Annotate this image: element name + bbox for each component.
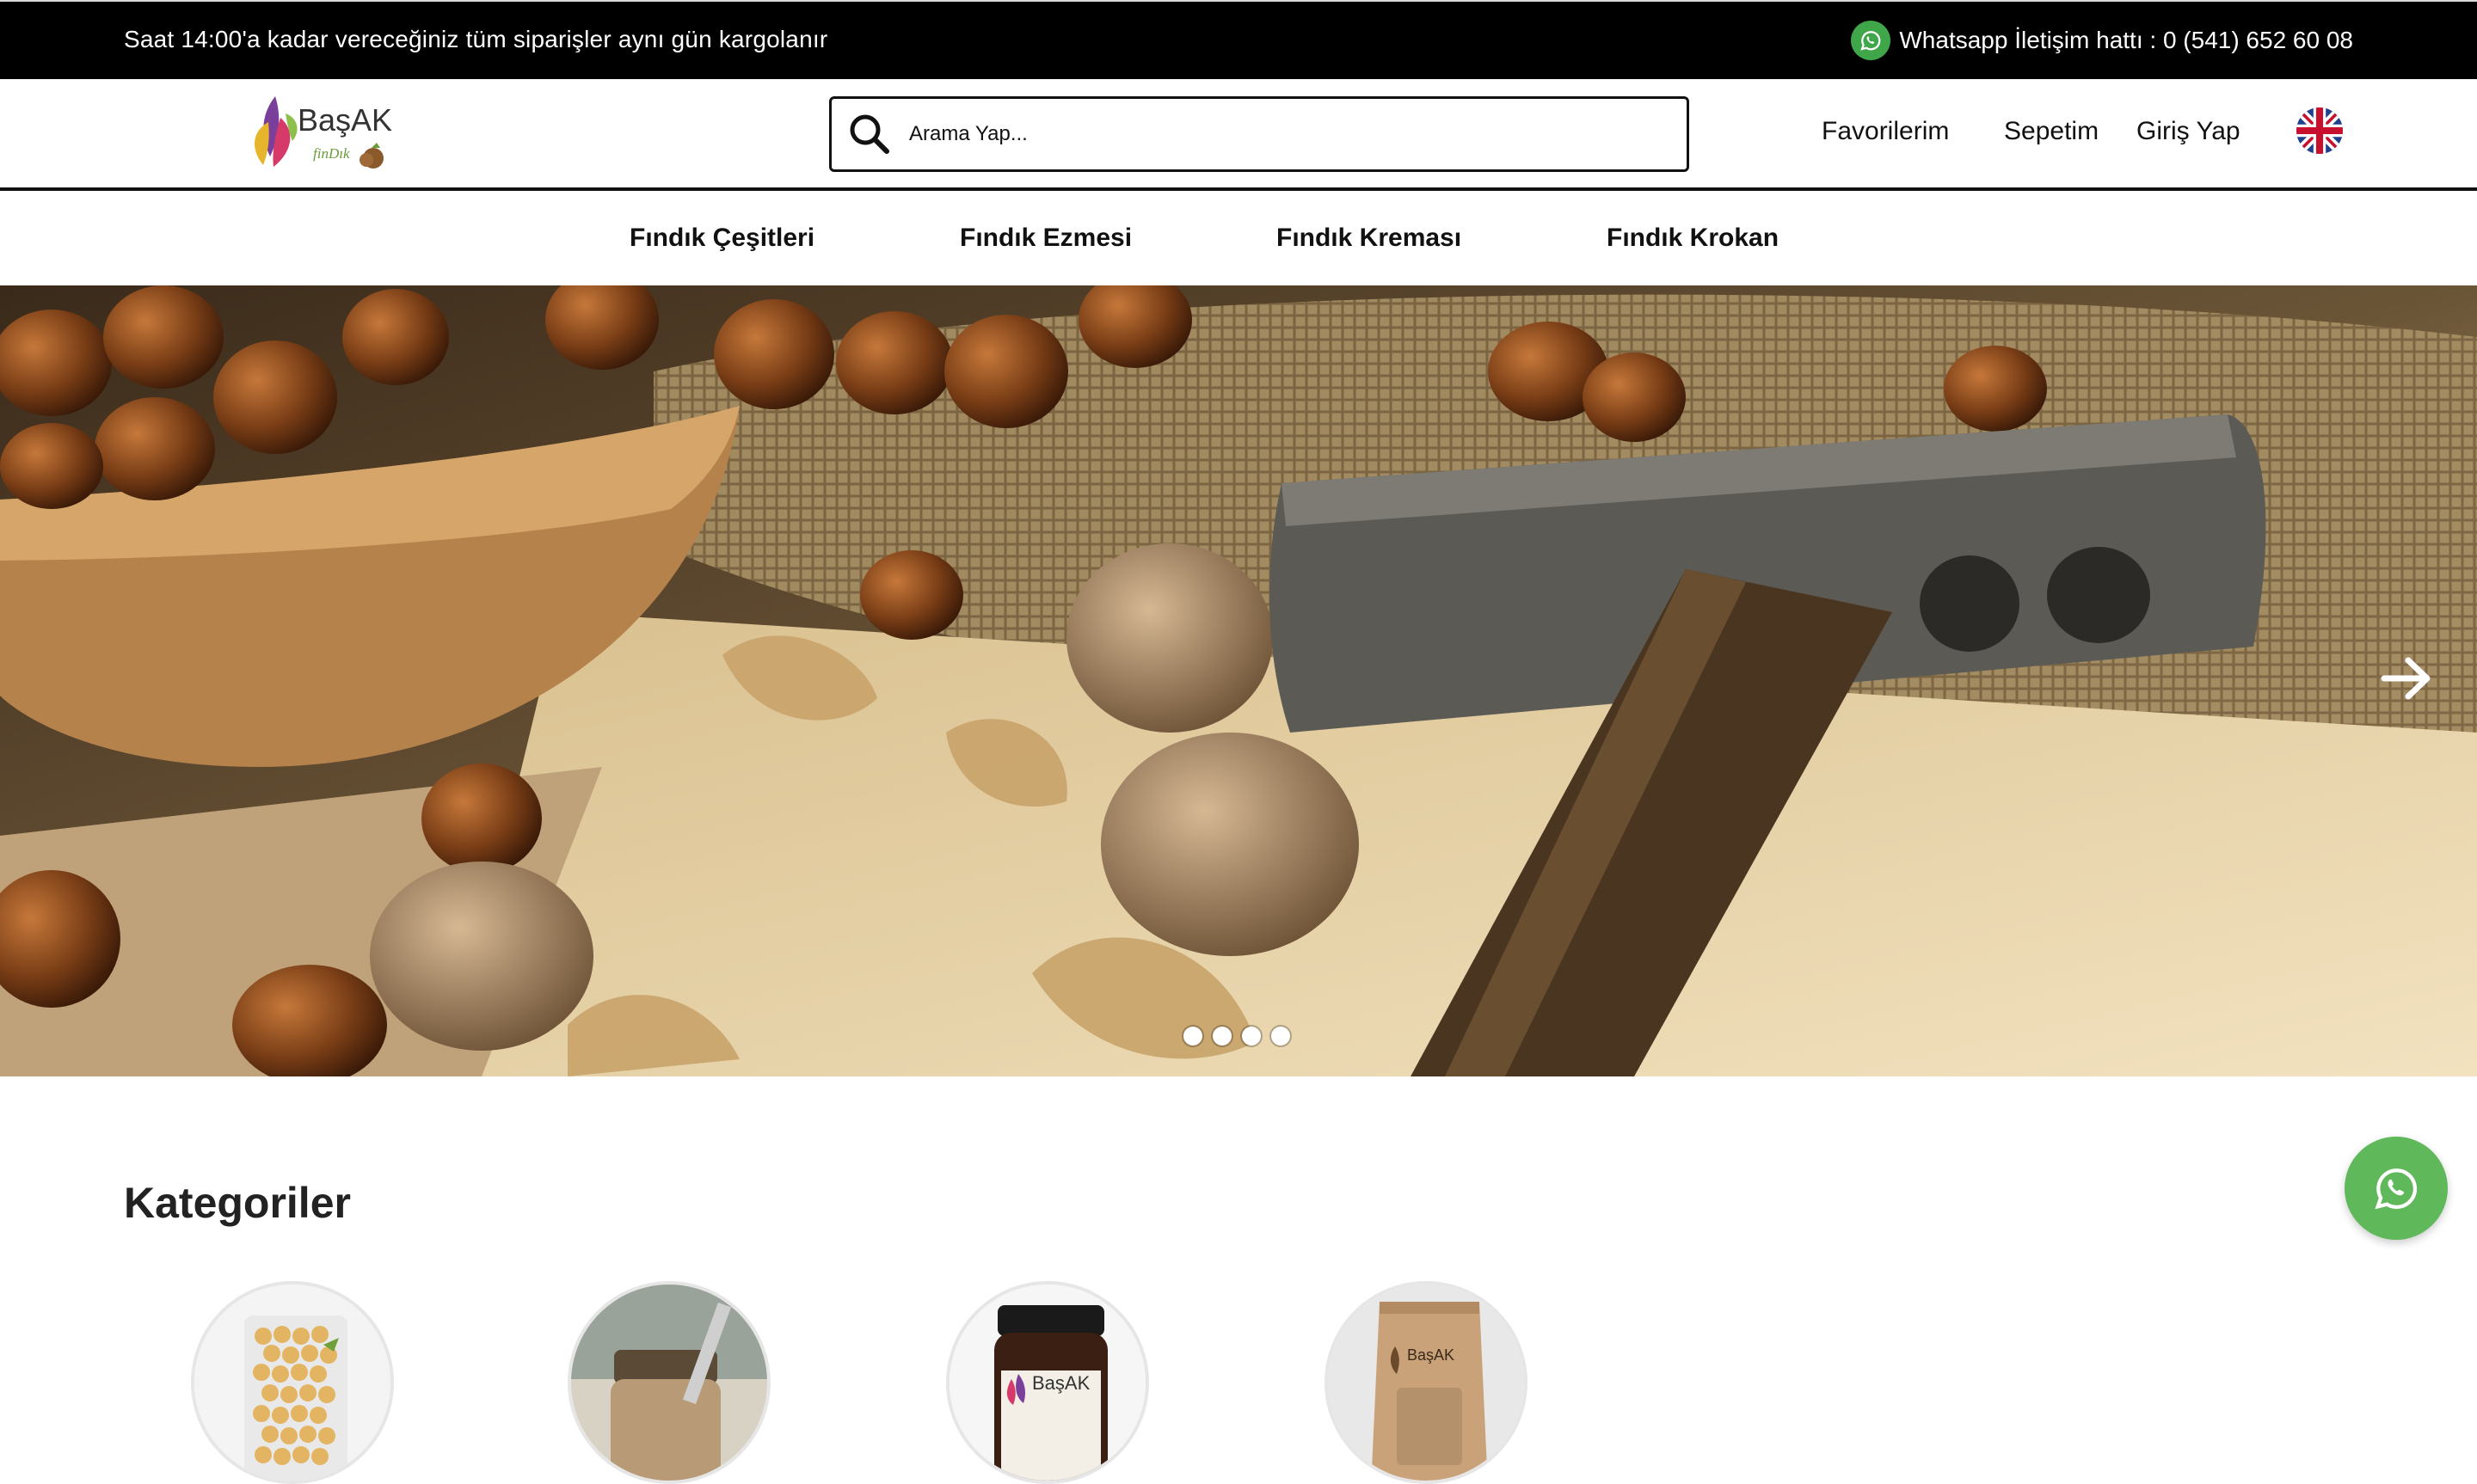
uk-flag-icon[interactable] [2296,107,2343,154]
hero-slider[interactable] [0,285,2477,1076]
slide-dot[interactable] [1271,1027,1290,1046]
categories-heading: Kategoriler [124,1179,351,1227]
category-hazelnut-bag[interactable] [191,1281,394,1484]
whatsapp-float-button[interactable] [2345,1137,2448,1240]
whatsapp-contact[interactable]: Whatsapp İletişim hattı : 0 (541) 652 60… [1851,21,2353,60]
category-nav: Fındık Çeşitleri Fındık Ezmesi Fındık Kr… [0,191,2477,285]
svg-text:BaşAK: BaşAK [1407,1346,1454,1364]
search-icon[interactable] [845,110,894,158]
arrow-right-icon[interactable] [2376,648,2436,708]
slide-dot[interactable] [1242,1027,1261,1046]
login-link[interactable]: Giriş Yap [2136,117,2240,146]
category-hazelnut-paste[interactable] [568,1281,771,1484]
top-announcement-bar: Saat 14:00'a kadar vereceğiniz tüm sipar… [0,0,2477,79]
whatsapp-icon [2375,1168,2418,1210]
favorites-link[interactable]: Favorilerim [1822,117,1949,146]
nav-findik-cesitleri[interactable]: Fındık Çeşitleri [630,224,814,253]
nav-findik-kremasi[interactable]: Fındık Kreması [1276,224,1461,253]
basak-logo[interactable]: BaşAK finDık [244,88,408,179]
search-input[interactable] [907,121,1650,147]
category-kraft-pouch[interactable]: BaşAK [1325,1281,1527,1484]
slide-dot[interactable] [1213,1027,1232,1046]
slide-dot[interactable] [1183,1027,1202,1046]
svg-text:BaşAK: BaşAK [1032,1372,1091,1394]
slider-dots [1183,1027,1290,1046]
whatsapp-line-text: Whatsapp İletişim hattı : 0 (541) 652 60… [1899,27,2353,53]
nav-findik-krokan[interactable]: Fındık Krokan [1607,224,1779,253]
whatsapp-icon [1851,21,1891,60]
shipping-notice: Saat 14:00'a kadar vereceğiniz tüm sipar… [124,26,828,52]
site-header: BaşAK finDık Favorilerim Sepetim Giriş Y… [0,79,2477,191]
search-box[interactable] [829,96,1689,172]
category-hazelnut-cream[interactable]: BaşAK [946,1281,1149,1484]
svg-text:finDık: finDık [313,145,350,162]
logo-wordmark: BaşAK [298,102,392,138]
nav-findik-ezmesi[interactable]: Fındık Ezmesi [960,224,1132,253]
hero-image [0,285,2477,1076]
cart-link[interactable]: Sepetim [2004,117,2099,146]
